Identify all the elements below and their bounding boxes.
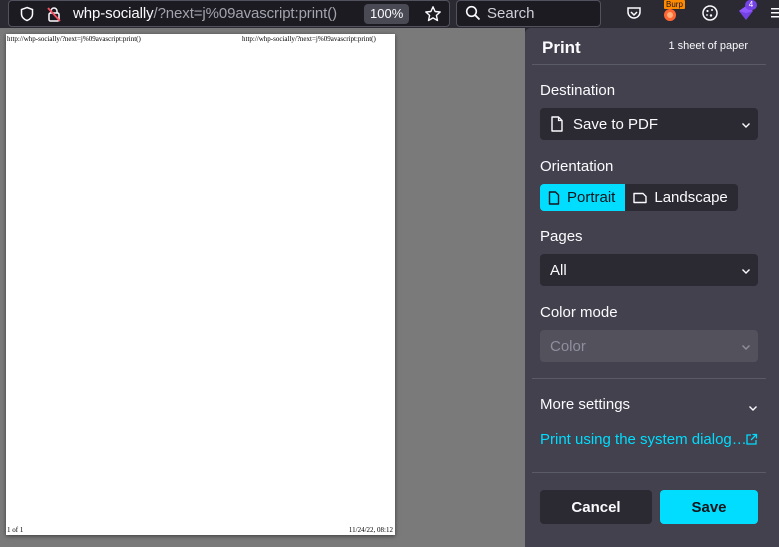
portrait-icon xyxy=(548,190,560,205)
url-path: /?next=j%09avascript:print() xyxy=(153,5,338,22)
document-icon xyxy=(550,116,564,136)
zoom-indicator[interactable]: 100% xyxy=(364,4,410,24)
menu-icon[interactable] xyxy=(768,3,779,23)
preview-page: http://whp-socially/?next=j%09avascript:… xyxy=(6,34,395,535)
color-mode-value: Color xyxy=(550,338,586,355)
chevron-down-icon xyxy=(740,118,752,130)
search-placeholder: Search xyxy=(487,5,535,22)
chevron-down-icon xyxy=(740,264,752,276)
lock-warning-icon[interactable] xyxy=(45,5,63,23)
landscape-option[interactable]: Landscape xyxy=(625,184,738,211)
pocket-icon[interactable] xyxy=(624,3,644,23)
print-title: Print xyxy=(542,38,581,57)
pages-select[interactable]: All xyxy=(540,254,758,286)
chevron-down-icon[interactable] xyxy=(747,401,759,419)
url-text[interactable]: whp-socially/?next=j%09avascript:print() xyxy=(73,5,337,22)
shield-icon[interactable] xyxy=(18,5,36,23)
system-dialog-link[interactable]: Print using the system dialog… xyxy=(540,431,747,448)
chevron-down-icon xyxy=(740,340,752,352)
landscape-icon xyxy=(633,192,648,203)
print-settings-panel: Print 1 sheet of paper Destination Save … xyxy=(525,28,779,547)
cookie-icon[interactable] xyxy=(700,3,720,23)
pages-value: All xyxy=(550,262,567,279)
divider xyxy=(532,472,766,473)
page-footer-right: 11/24/22, 08:12 xyxy=(348,526,393,534)
portrait-label: Portrait xyxy=(567,189,616,206)
portrait-option[interactable]: Portrait xyxy=(540,184,626,211)
pages-label: Pages xyxy=(540,228,583,245)
external-link-icon[interactable] xyxy=(745,433,758,451)
color-mode-select: Color xyxy=(540,330,758,362)
search-bar[interactable]: Search xyxy=(456,0,601,27)
page-footer-left: 1 of 1 xyxy=(7,526,24,534)
page-header-right: http://whp-socially/?next=j%09avascript:… xyxy=(242,35,376,43)
url-bar[interactable]: whp-socially/?next=j%09avascript:print()… xyxy=(8,0,450,27)
orientation-label: Orientation xyxy=(540,158,614,175)
browser-toolbar: whp-socially/?next=j%09avascript:print()… xyxy=(0,0,779,28)
cancel-button[interactable]: Cancel xyxy=(540,490,652,524)
color-mode-label: Color mode xyxy=(540,304,618,321)
orientation-toggle: Portrait Landscape xyxy=(540,184,738,211)
star-icon[interactable] xyxy=(424,5,442,23)
more-settings-toggle[interactable]: More settings xyxy=(540,396,630,413)
sheet-count: 1 sheet of paper xyxy=(668,40,748,52)
divider xyxy=(532,378,766,379)
page-header-left: http://whp-socially/?next=j%09avascript:… xyxy=(7,35,141,43)
burp-badge: Burp xyxy=(664,0,685,9)
destination-select[interactable]: Save to PDF xyxy=(540,108,758,140)
divider xyxy=(532,64,766,65)
landscape-label: Landscape xyxy=(654,189,728,206)
search-icon xyxy=(465,5,481,26)
destination-label: Destination xyxy=(540,82,616,99)
save-button[interactable]: Save xyxy=(660,490,758,524)
url-host: whp-socially xyxy=(73,5,154,22)
extension-badge: 4 xyxy=(745,0,757,10)
destination-value: Save to PDF xyxy=(573,116,659,133)
